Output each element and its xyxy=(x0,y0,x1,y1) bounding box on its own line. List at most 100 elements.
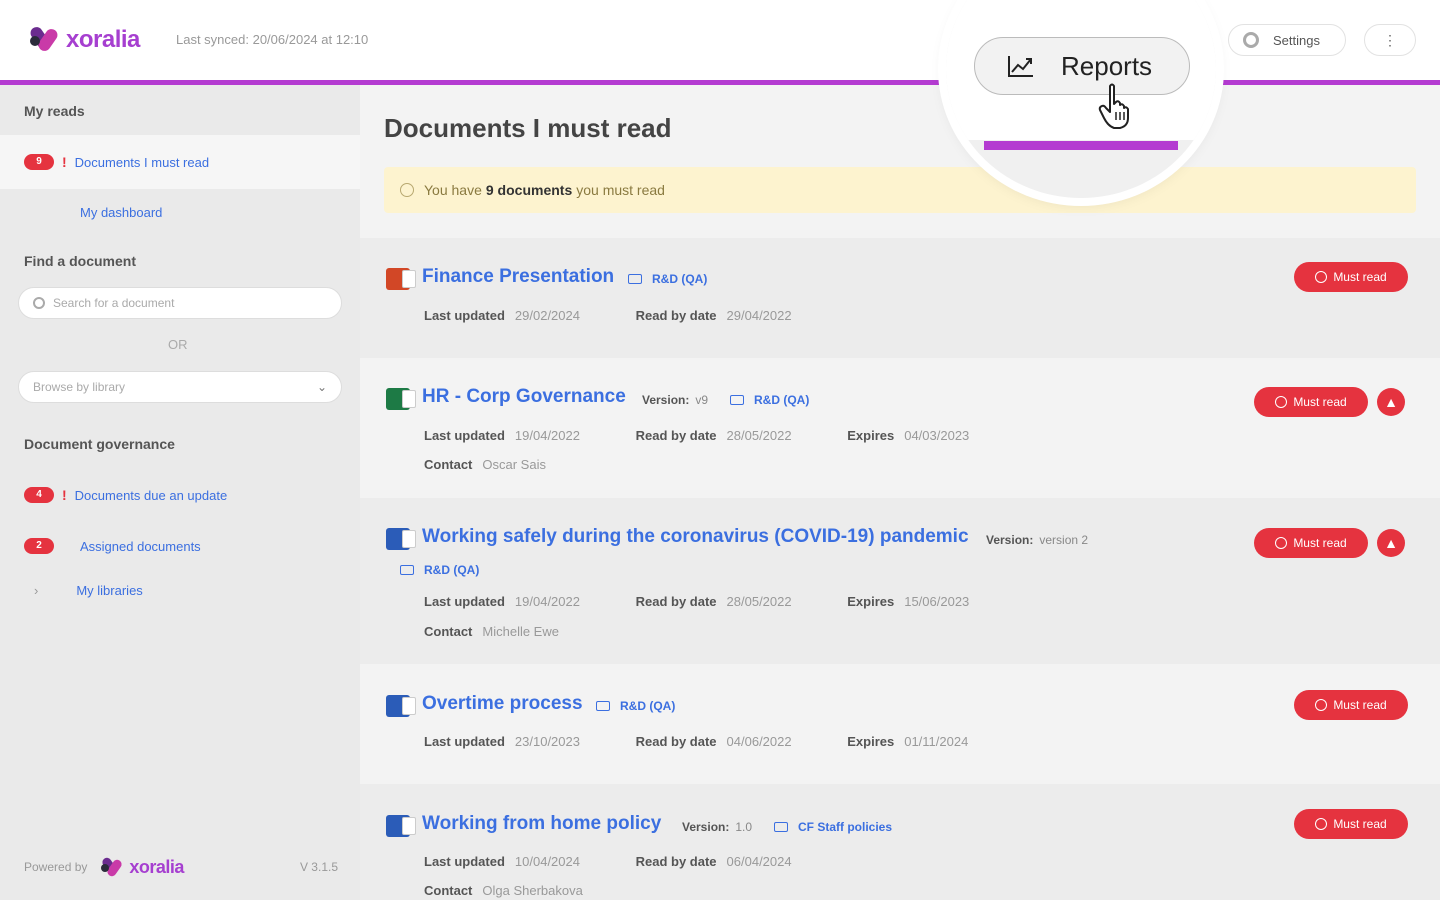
must-read-notice: You have 9 documents you must read xyxy=(384,167,1416,213)
last-updated-label: Last updated xyxy=(424,734,505,749)
must-read-label: Must read xyxy=(1333,698,1387,712)
sidebar-item-dashboard[interactable]: My dashboard xyxy=(80,205,162,220)
assigned-link[interactable]: Assigned documents xyxy=(80,539,201,554)
brand-logo[interactable]: xoralia xyxy=(26,22,140,58)
read-by-value: 06/04/2024 xyxy=(726,854,792,869)
must-read-badge: Must read xyxy=(1294,809,1408,839)
document-title-link[interactable]: Working safely during the coronavirus (C… xyxy=(422,526,969,548)
must-read-badge: Must read xyxy=(1294,262,1408,292)
last-updated-label: Last updated xyxy=(424,428,505,443)
powered-by-text: Powered by xyxy=(24,860,88,874)
contact-label: Contact xyxy=(424,457,473,472)
alert-bell-icon[interactable]: ▲ xyxy=(1377,529,1405,557)
more-options-button[interactable]: ⋮ xyxy=(1364,24,1416,56)
last-updated-value: 19/04/2022 xyxy=(514,594,580,609)
version-value: version 2 xyxy=(1039,533,1089,547)
document-contact-row: Contact Oscar Sais xyxy=(424,457,546,472)
library-link[interactable]: R&D (QA) xyxy=(596,699,675,713)
document-title-link[interactable]: Overtime process xyxy=(422,693,583,715)
document-title-link[interactable]: Finance Presentation xyxy=(422,266,614,288)
sidebar-item-assigned[interactable]: 2 Assigned documents xyxy=(24,538,201,554)
alert-bell-icon[interactable]: ▲ xyxy=(1377,388,1405,416)
read-by-value: 29/04/2022 xyxy=(726,308,792,323)
app-version: V 3.1.5 xyxy=(299,860,338,874)
exclamation-icon: ! xyxy=(62,487,67,503)
clock-icon xyxy=(1315,271,1328,283)
sidebar-item-libraries[interactable]: › My libraries xyxy=(34,583,143,598)
document-meta-row: Last updated 23/10/2023 Read by date 04/06… xyxy=(424,734,968,749)
document-row: Overtime process R&D (QA) Last updated 23… xyxy=(360,664,1440,784)
search-placeholder: Search for a document xyxy=(53,296,175,310)
magnified-accent-bar xyxy=(984,141,1178,150)
folder-icon xyxy=(774,822,788,832)
chevron-right-icon: › xyxy=(34,583,39,598)
document-contact-row: Contact Michelle Ewe xyxy=(424,624,559,639)
library-name: R&D (QA) xyxy=(754,393,810,407)
contact-label: Contact xyxy=(424,883,473,898)
logo-mark-icon xyxy=(26,22,62,58)
exclamation-icon: ! xyxy=(62,154,67,170)
last-updated-label: Last updated xyxy=(424,854,505,869)
excel-file-icon xyxy=(386,388,416,410)
version-info: Version: 1.0 xyxy=(682,820,752,834)
sidebar-footer: Powered by xoralia V 3.1.5 xyxy=(24,853,338,881)
reports-button[interactable]: Reports xyxy=(974,37,1190,95)
sidebar: My reads 9 ! Documents I must read My da… xyxy=(0,85,360,900)
library-link[interactable]: R&D (QA) xyxy=(730,393,809,407)
due-update-link[interactable]: Documents due an update xyxy=(75,488,228,503)
document-title-link[interactable]: HR - Corp Governance xyxy=(422,386,626,408)
or-divider-text: OR xyxy=(168,337,188,352)
settings-button[interactable]: Settings xyxy=(1228,24,1346,56)
footer-logo: xoralia xyxy=(97,853,184,881)
info-icon xyxy=(400,183,414,197)
dashboard-link[interactable]: My dashboard xyxy=(80,205,162,220)
more-vertical-icon: ⋮ xyxy=(1383,31,1397,48)
version-info: Version: version 2 xyxy=(986,533,1088,547)
must-read-link[interactable]: Documents I must read xyxy=(75,155,209,170)
folder-icon xyxy=(730,395,744,405)
version-label: Version: xyxy=(682,820,730,834)
main-content: Documents I must read You have 9 documen… xyxy=(360,85,1440,900)
governance-heading: Document governance xyxy=(24,436,175,452)
document-meta-row: Last updated 29/02/2024 Read by date 29/04… xyxy=(424,308,792,323)
logo-mark-icon xyxy=(97,853,125,881)
folder-icon xyxy=(596,701,610,711)
expires-value: 01/11/2024 xyxy=(904,734,969,749)
contact-value: Oscar Sais xyxy=(482,457,546,472)
must-read-label: Must read xyxy=(1293,536,1347,550)
word-file-icon xyxy=(386,695,416,717)
hand-pointer-cursor-icon xyxy=(1098,83,1129,129)
document-title-link[interactable]: Working from home policy xyxy=(422,813,661,835)
read-by-label: Read by date xyxy=(635,734,717,749)
brand-name: xoralia xyxy=(66,26,140,53)
contact-value: Michelle Ewe xyxy=(482,624,559,639)
browse-library-select[interactable]: Browse by library ⌄ xyxy=(18,371,342,403)
read-by-label: Read by date xyxy=(635,594,717,609)
contact-value: Olga Sherbakova xyxy=(482,883,583,898)
reports-label: Reports xyxy=(1061,50,1153,81)
document-search-input[interactable]: Search for a document xyxy=(18,287,342,319)
sidebar-item-must-read[interactable]: 9 ! Documents I must read xyxy=(24,154,209,170)
library-name: R&D (QA) xyxy=(424,563,480,577)
clock-icon xyxy=(1315,699,1328,711)
notice-count: 9 documents xyxy=(485,182,573,198)
powerpoint-file-icon xyxy=(386,268,416,290)
last-updated-label: Last updated xyxy=(424,594,505,609)
document-meta-row: Last updated 19/04/2022 Read by date 28/05… xyxy=(424,428,969,443)
version-value: v9 xyxy=(695,393,709,407)
contact-label: Contact xyxy=(424,624,473,639)
library-link[interactable]: CF Staff policies xyxy=(774,820,892,834)
library-link[interactable]: R&D (QA) xyxy=(628,272,707,286)
my-reads-heading: My reads xyxy=(24,103,85,119)
read-by-label: Read by date xyxy=(635,854,717,869)
sidebar-item-due-update[interactable]: 4 ! Documents due an update xyxy=(24,487,227,503)
library-link[interactable]: R&D (QA) xyxy=(400,563,479,577)
libraries-link[interactable]: My libraries xyxy=(76,583,142,598)
must-read-count-badge: 9 xyxy=(24,154,54,170)
document-row: Working from home policy Version: 1.0 CF … xyxy=(360,784,1440,900)
expires-label: Expires xyxy=(847,428,895,443)
find-document-heading: Find a document xyxy=(24,253,136,269)
folder-icon xyxy=(628,274,642,284)
gear-icon xyxy=(1243,32,1259,48)
library-name: R&D (QA) xyxy=(652,272,708,286)
